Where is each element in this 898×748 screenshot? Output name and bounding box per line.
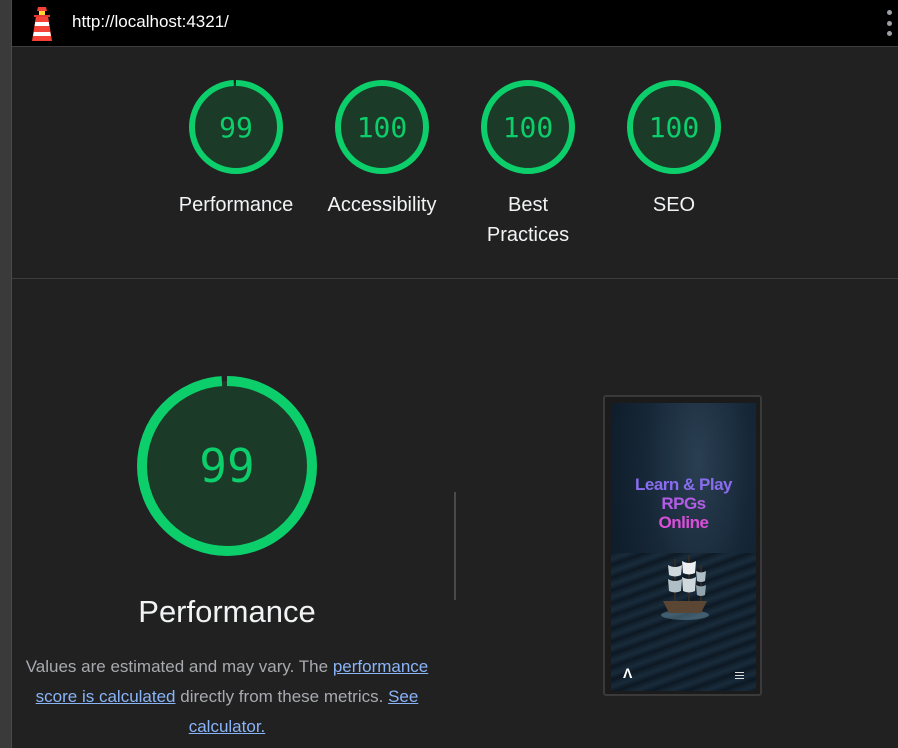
lighthouse-logo [32,7,52,41]
gauge-ring: 100 [481,80,575,174]
desc-text-1: Values are estimated and may vary. The [25,657,333,676]
page-url: http://localhost:4321/ [72,12,229,31]
gauge-label: Performance [178,194,294,216]
hero-line-2: RPGs [661,494,706,513]
desc-text-2: directly from these metrics. [175,687,389,706]
performance-description: Values are estimated and may vary. The p… [18,652,436,742]
gauge-label: Accessibility [327,194,437,216]
vertical-divider [454,492,456,600]
gauge-ring: 100 [627,80,721,174]
final-screenshot: Learn & Play RPGs Online Λ [611,403,756,691]
left-rail [0,0,12,748]
gauge-ring: 99 [189,80,283,174]
score-gauges: 99 Performance 100 Accessibility 100 Bes… [12,48,898,279]
performance-gauge-large: 99 [137,376,317,556]
gauge-performance[interactable]: 99 Performance [176,78,296,220]
vertical-dots-icon[interactable] [884,10,894,36]
gauge-score: 100 [503,111,554,144]
gauge-label: Best Practices [486,194,570,246]
astro-logo-icon: Λ [623,665,633,681]
gauge-seo[interactable]: 100 SEO [614,78,734,220]
hero-line-3: Online [658,513,709,532]
gauge-score: 99 [219,111,253,144]
gauge-score: 100 [357,111,408,144]
ship-icon [661,555,709,620]
screenshot-hero-text: Learn & Play RPGs Online [611,475,756,532]
final-screenshot-frame[interactable]: Learn & Play RPGs Online Λ [603,395,762,696]
performance-title: Performance [138,594,316,629]
gauge-accessibility[interactable]: 100 Accessibility [322,78,442,220]
gauge-ring: 100 [335,80,429,174]
gauge-best-practices[interactable]: 100 Best Practices [468,78,588,250]
hero-line-1: Learn & Play [635,475,733,494]
gauge-score: 100 [649,111,700,144]
topbar: http://localhost:4321/ [12,0,898,47]
gauge-label: SEO [652,194,696,216]
performance-score: 99 [199,439,254,493]
hamburger-icon [735,672,744,679]
